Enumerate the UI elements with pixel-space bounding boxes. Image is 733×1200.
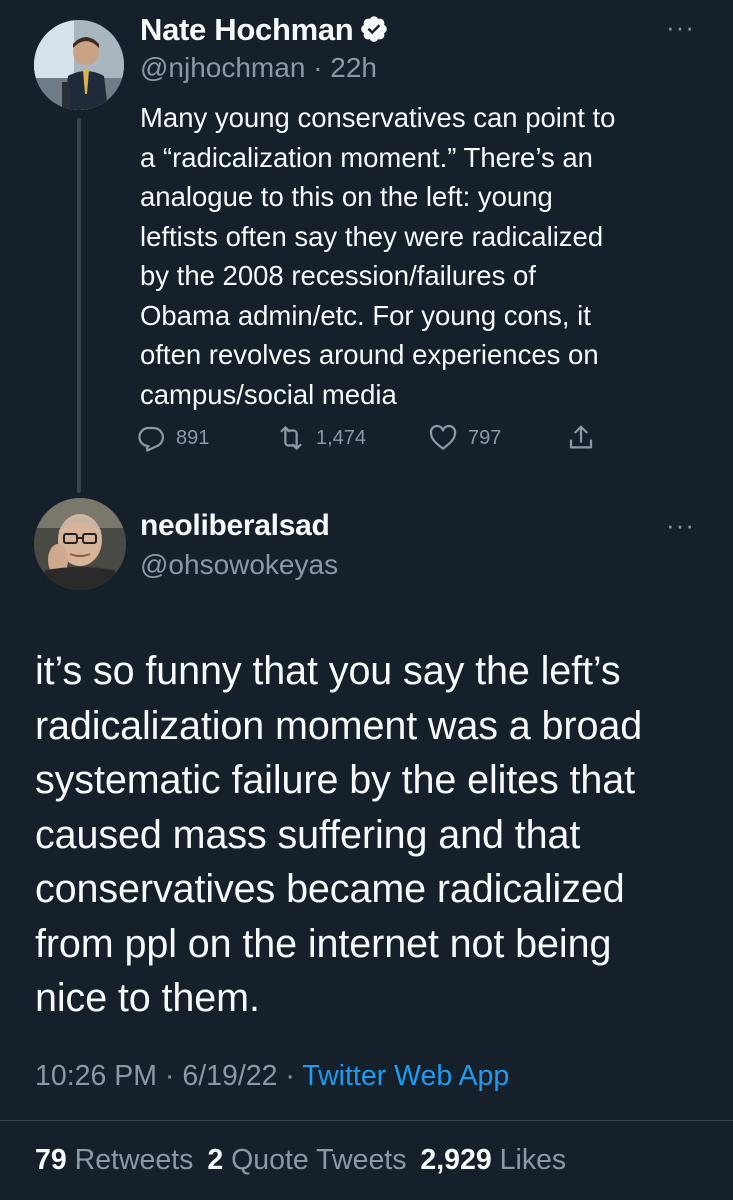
author-handle[interactable]: @ohsowokeyas (140, 549, 338, 581)
quote-tweets-stat[interactable]: 2 Quote Tweets (207, 1144, 406, 1176)
avatar[interactable] (34, 20, 124, 110)
tweet-metadata: 10:26 PM · 6/19/22 · Twitter Web App (35, 1060, 509, 1093)
author-name-text[interactable]: Nate Hochman (140, 12, 354, 47)
divider (0, 1120, 733, 1121)
like-count: 797 (468, 426, 502, 449)
likes-count: 2,929 (420, 1144, 492, 1176)
engagement-stats: 79 Retweets 2 Quote Tweets 2,929 Likes (35, 1144, 566, 1177)
quote-tweets-count: 2 (207, 1144, 224, 1176)
meta-separator: · (164, 1060, 175, 1092)
source-link[interactable]: Twitter Web App (302, 1060, 509, 1092)
meta-separator: · (285, 1060, 295, 1092)
retweet-button[interactable]: 1,474 (276, 423, 366, 453)
likes-label: Likes (499, 1144, 567, 1176)
author-handle[interactable]: @njhochman · 22h (140, 52, 377, 84)
tweet-text: Many young conservatives can point to a … (140, 102, 616, 410)
retweets-label: Retweets (74, 1144, 194, 1176)
reply-button[interactable]: 891 (136, 423, 209, 453)
tweet-timestamp[interactable]: 10:26 PM (35, 1060, 157, 1092)
retweet-count: 1,474 (316, 426, 367, 449)
author-name[interactable]: Nate Hochman (140, 12, 389, 48)
verified-badge-icon (361, 16, 388, 42)
more-icon[interactable]: ··· (666, 512, 695, 538)
tweet-actions: 891 1,474 797 (136, 423, 616, 459)
tweet-text: it’s so funny that you say the left’s ra… (35, 649, 643, 1020)
share-button[interactable] (566, 423, 606, 453)
author-name[interactable]: neoliberalsad (140, 509, 330, 543)
reply-icon (138, 426, 165, 452)
likes-stat[interactable]: 2,929 Likes (420, 1144, 566, 1176)
avatar-photo (34, 498, 126, 590)
more-icon[interactable]: ··· (666, 14, 695, 40)
reply-count: 891 (176, 426, 210, 449)
retweet-icon (280, 426, 302, 450)
quote-tweets-label: Quote Tweets (231, 1144, 407, 1176)
tweet-date[interactable]: 6/19/22 (182, 1060, 277, 1092)
like-icon (429, 424, 457, 450)
avatar[interactable] (34, 498, 126, 590)
avatar-photo (34, 20, 124, 110)
retweets-count: 79 (35, 1144, 67, 1176)
share-icon (569, 425, 593, 449)
thread-connector-line (77, 118, 81, 493)
handle-text[interactable]: @njhochman (140, 52, 305, 83)
tweet-time[interactable]: · 22h (313, 52, 377, 83)
retweets-stat[interactable]: 79 Retweets (35, 1144, 193, 1176)
like-button[interactable]: 797 (428, 423, 501, 453)
